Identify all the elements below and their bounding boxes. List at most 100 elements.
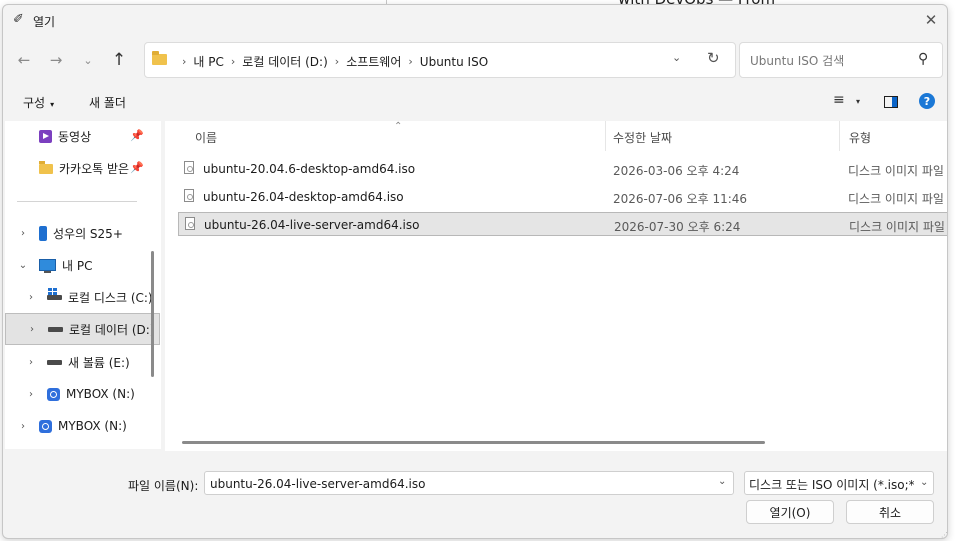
caret-down-icon[interactable]: ▾ [856,97,860,106]
breadcrumb: › 내 PC › 로컬 데이터 (D:) › 소프트웨어 › Ubuntu IS… [175,53,488,70]
sidebar-item-label: 카카오톡 받은 [59,161,130,176]
address-bar[interactable]: › 내 PC › 로컬 데이터 (D:) › 소프트웨어 › Ubuntu IS… [144,42,736,78]
pc-icon [39,259,56,273]
refresh-button[interactable]: ↻ [707,49,720,67]
file-name: ubuntu-20.04.6-desktop-amd64.iso [203,162,416,176]
column-header-name[interactable]: 이름 [195,129,217,146]
sidebar-item-mybox[interactable]: › MYBOX (N:) [23,380,160,408]
organize-button[interactable]: 구성 ▾ [23,94,54,111]
sidebar-item-phone[interactable]: › 성우의 S25+ [15,219,160,247]
file-type-filter-select[interactable]: 디스크 또는 ISO 이미지 (*.iso;*.img) ⌄ [744,471,934,495]
file-name: ubuntu-26.04-live-server-amd64.iso [204,218,420,232]
up-button[interactable]: ↑ [108,49,130,71]
sidebar-item-new-volume-e[interactable]: › 새 볼륨 (E:) [23,348,160,376]
chevron-right-icon[interactable]: › [23,389,39,400]
file-modified: 2026-07-30 오후 6:24 [614,220,741,234]
sidebar-item-label: 내 PC [62,258,93,273]
pen-icon: ✐ [13,12,24,27]
search-icon[interactable]: ⚲ [918,51,928,67]
sidebar-item-label: MYBOX (N:) [58,419,127,433]
drive-icon [48,326,63,332]
sidebar-item-label: 로컬 디스크 (C:) [68,290,153,305]
column-divider[interactable] [605,121,606,151]
sort-ascending-icon: ⌃ [394,121,403,132]
file-name-input[interactable] [208,475,712,493]
refresh-icon: ↻ [707,49,720,67]
list-view-icon: ≡ [833,92,845,108]
open-file-dialog: ✐ 열기 ✕ ← → ⌄ ↑ › 내 PC › 로컬 데이터 (D:) › 소프… [2,4,948,539]
sidebar-scrollbar[interactable] [151,251,154,377]
disc-image-file-icon [184,189,194,202]
sidebar-item-label: 새 볼륨 (E:) [68,355,130,370]
folder-icon [39,161,53,174]
pin-icon[interactable]: 📌 [130,161,144,174]
chevron-down-icon[interactable]: ⌄ [15,260,31,271]
mybox-icon [47,387,60,401]
breadcrumb-item-software[interactable]: 소프트웨어 [346,53,401,70]
file-row-selected[interactable]: ubuntu-26.04-live-server-amd64.iso 2026-… [178,212,947,236]
preview-pane-icon[interactable] [884,96,898,108]
caret-down-icon: ▾ [50,100,55,109]
file-modified: 2026-03-06 오후 4:24 [613,164,740,178]
chevron-right-icon[interactable]: › [23,357,39,368]
close-button[interactable]: ✕ [915,7,947,33]
mybox-icon [39,419,52,433]
breadcrumb-item-my-pc[interactable]: 내 PC [193,53,223,70]
file-list: ⌃ 이름 수정한 날짜 유형 ubuntu-20.04.6-desktop-am… [165,121,947,451]
file-type: 디스크 이미지 파일 [848,192,944,206]
file-name-label: 파일 이름(N): [128,479,199,493]
file-name: ubuntu-26.04-desktop-amd64.iso [203,190,404,204]
arrow-right-icon: → [49,51,63,69]
chevron-right-icon[interactable]: › [24,324,40,335]
chevron-down-icon: ⌄ [83,53,93,67]
breadcrumb-separator[interactable]: › [231,55,235,68]
window-title: 열기 [33,15,56,29]
forward-button[interactable]: → [45,49,67,71]
column-divider[interactable] [839,121,840,151]
breadcrumb-separator[interactable]: › [335,55,339,68]
file-modified: 2026-07-06 오후 11:46 [613,192,748,206]
view-menu-button[interactable]: ≡ [833,92,845,108]
file-type: 디스크 이미지 파일 [848,164,944,178]
close-icon: ✕ [924,11,938,29]
file-row[interactable]: ubuntu-20.04.6-desktop-amd64.iso 2026-03… [178,157,947,181]
chevron-right-icon[interactable]: › [23,292,39,303]
back-button[interactable]: ← [13,49,35,71]
sidebar-item-label: 동영상 [58,129,92,144]
pin-icon[interactable]: 📌 [130,129,144,142]
open-button[interactable]: 열기(O) [746,500,834,524]
breadcrumb-item-local-data[interactable]: 로컬 데이터 (D:) [242,53,327,70]
breadcrumb-item-ubuntu-iso[interactable]: Ubuntu ISO [420,55,488,69]
sidebar-item-my-pc[interactable]: ⌄ 내 PC [15,251,160,279]
help-icon[interactable]: ? [919,93,935,109]
address-dropdown-button[interactable]: ⌄ [672,51,681,64]
breadcrumb-separator: › [182,55,187,68]
column-header-type[interactable]: 유형 [849,129,871,146]
resize-grip-icon[interactable]: ⋰ [941,531,947,538]
file-row[interactable]: ubuntu-26.04-desktop-amd64.iso 2026-07-0… [178,185,947,209]
recent-locations-button[interactable]: ⌄ [77,49,99,71]
search-box: ⚲ [739,42,943,78]
sidebar-item-local-disk-c[interactable]: › 로컬 디스크 (C:) [23,283,160,311]
cancel-button[interactable]: 취소 [846,500,934,524]
chevron-right-icon[interactable]: › [15,228,31,239]
column-header-modified[interactable]: 수정한 날짜 [613,129,672,146]
file-name-combobox: ⌄ [204,471,734,495]
chevron-down-icon: ⌄ [672,51,682,64]
new-folder-button[interactable]: 새 폴더 [89,94,126,111]
chevron-right-icon[interactable]: › [15,421,31,432]
breadcrumb-separator[interactable]: › [408,55,412,68]
navigation-pane: 동영상 📌 카카오톡 받은 📌 › 성우의 S25+ ⌄ 내 PC › 로컬 디… [5,121,161,449]
drive-icon [47,359,62,365]
search-input[interactable] [748,50,912,72]
sidebar-item-mybox-root[interactable]: › MYBOX (N:) [15,412,160,440]
phone-icon [39,225,47,241]
sidebar-divider [17,201,137,202]
sidebar-item-local-data-d[interactable]: › 로컬 데이터 (D:) [5,313,160,345]
chevron-down-icon[interactable]: ⌄ [718,476,726,487]
folder-icon [152,51,167,65]
disc-image-file-icon [185,217,195,230]
drive-icon [47,287,62,300]
horizontal-scrollbar[interactable] [182,441,765,444]
organize-label: 구성 [23,96,46,110]
